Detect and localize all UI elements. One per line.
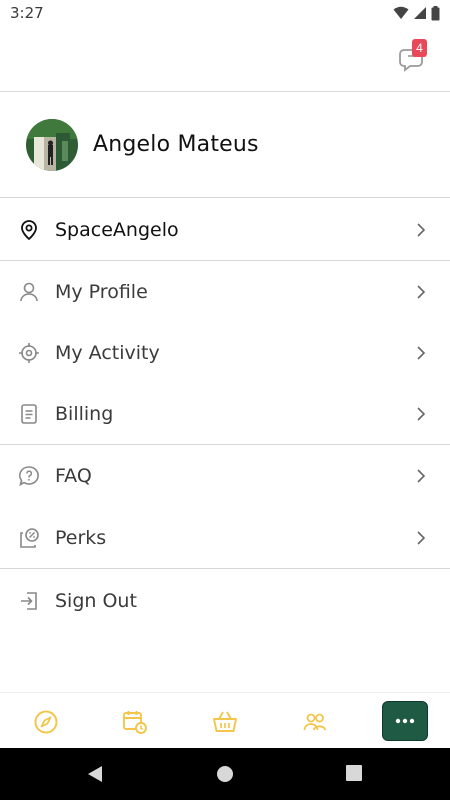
menu-item-my-profile[interactable]: My Profile	[0, 261, 450, 322]
basket-icon[interactable]	[212, 709, 238, 735]
menu-item-faq[interactable]: FAQ	[0, 445, 450, 506]
bottom-nav	[0, 692, 450, 748]
menu-label-faq: FAQ	[55, 464, 92, 487]
menu-label-billing: Billing	[55, 402, 114, 425]
discount-icon	[20, 527, 39, 548]
menu-item-sign-out[interactable]: Sign Out	[0, 570, 450, 631]
location-pin-icon	[21, 219, 37, 240]
menu-label-my-activity: My Activity	[55, 341, 160, 364]
status-time: 3:27	[10, 4, 44, 22]
profile-header[interactable]: Angelo Mateus	[0, 92, 450, 198]
divider	[0, 568, 450, 569]
calendar-icon[interactable]	[122, 709, 148, 735]
notifications-button[interactable]: 4	[398, 39, 428, 74]
home-icon[interactable]	[216, 765, 234, 783]
menu-label-perks: Perks	[55, 526, 107, 549]
person-icon	[20, 282, 38, 301]
menu-item-billing[interactable]: Billing	[0, 383, 450, 444]
notification-badge: 4	[412, 39, 427, 57]
wifi-icon	[393, 6, 409, 19]
profile-name: Angelo Mateus	[93, 132, 259, 157]
more-icon	[395, 718, 415, 724]
menu-label-sign-out: Sign Out	[55, 589, 137, 612]
status-icons	[393, 5, 440, 21]
menu-label-space: SpaceAngelo	[55, 218, 179, 241]
chevron-right-icon	[417, 284, 426, 299]
explore-icon[interactable]	[33, 709, 59, 735]
recents-icon[interactable]	[346, 765, 362, 781]
top-bar: 4	[0, 26, 450, 92]
menu-item-space[interactable]: SpaceAngelo	[0, 199, 450, 260]
people-icon[interactable]	[302, 709, 328, 735]
chevron-right-icon	[417, 530, 426, 545]
chevron-right-icon	[417, 345, 426, 360]
chevron-right-icon	[417, 468, 426, 483]
menu-label-my-profile: My Profile	[55, 280, 148, 303]
document-icon	[21, 403, 37, 424]
sign-out-icon	[21, 591, 37, 610]
target-icon	[19, 342, 39, 363]
avatar	[26, 119, 78, 171]
status-bar: 3:27	[0, 0, 450, 26]
menu-item-perks[interactable]: Perks	[0, 507, 450, 568]
signal-icon	[414, 7, 426, 19]
chevron-right-icon	[417, 222, 426, 237]
back-icon[interactable]	[86, 765, 104, 783]
more-button[interactable]	[382, 701, 428, 741]
menu-item-my-activity[interactable]: My Activity	[0, 322, 450, 383]
battery-icon	[431, 5, 440, 20]
system-nav-bar	[0, 748, 450, 800]
chevron-right-icon	[417, 406, 426, 421]
help-bubble-icon	[19, 465, 39, 486]
